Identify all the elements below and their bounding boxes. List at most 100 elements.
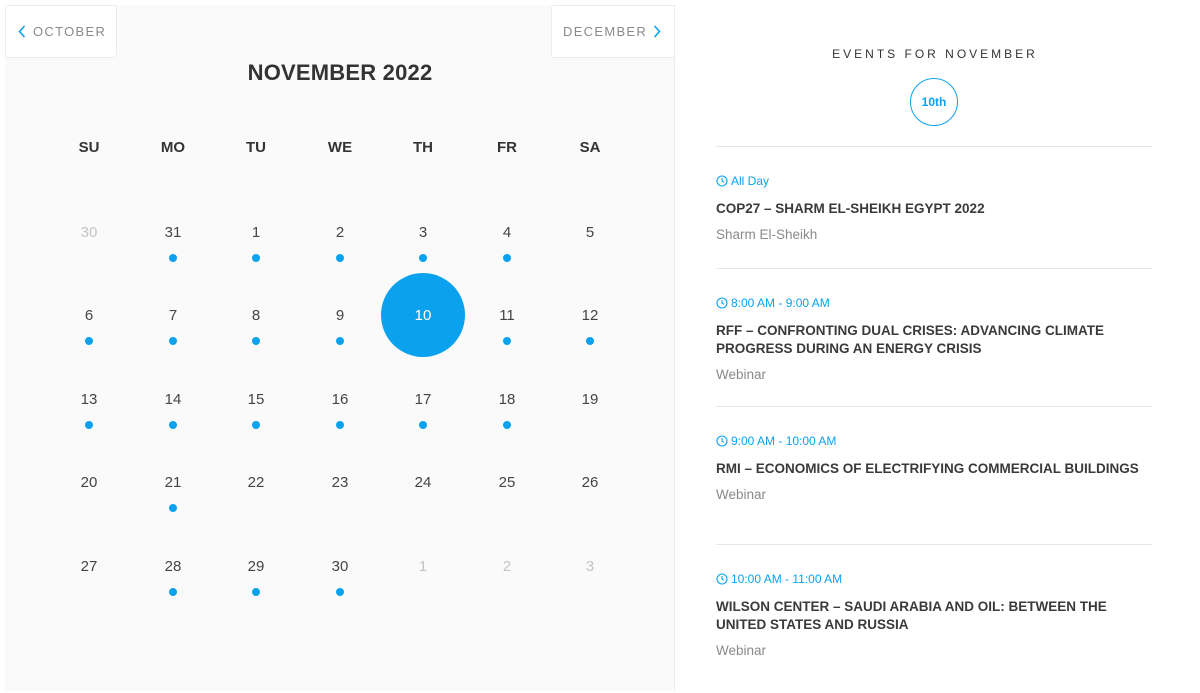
day-number: 31: [164, 223, 182, 241]
clock-icon: [716, 435, 728, 447]
day-number: 30: [80, 223, 98, 241]
calendar-day[interactable]: 16: [310, 369, 370, 429]
day-number: 10: [414, 306, 432, 324]
clock-icon: [716, 573, 728, 585]
event-indicator-dot: [85, 337, 93, 345]
day-number: 20: [80, 473, 98, 491]
event-indicator-dot: [85, 421, 93, 429]
calendar-day[interactable]: 2: [477, 536, 537, 596]
calendar-day-selected[interactable]: 10: [381, 273, 465, 357]
day-number: 19: [581, 390, 599, 408]
calendar-day[interactable]: 5: [560, 202, 620, 262]
event-indicator-dot: [503, 421, 511, 429]
day-number: 13: [80, 390, 98, 408]
day-number: 15: [247, 390, 265, 408]
day-number: 11: [499, 306, 515, 324]
event-item[interactable]: 10:00 AM - 11:00 AM WILSON CENTER – SAUDI…: [716, 544, 1152, 682]
event-location: Webinar: [716, 367, 767, 382]
calendar-day[interactable]: 31: [143, 202, 203, 262]
day-number: 25: [498, 473, 516, 491]
calendar-day[interactable]: 13: [59, 369, 119, 429]
clock-icon: [716, 175, 728, 187]
calendar-grid: 30 31 1 2 3 4 5 6 7 8 9 10 11 12 13 14 15 16 17 18 19 20 21 22 2…: [5, 5, 675, 691]
events-list: All Day COP27 – SHARM EL-SHEIKH EGYPT 202…: [716, 146, 1152, 682]
event-title[interactable]: RFF – CONFRONTING DUAL CRISES: ADVANCING…: [716, 322, 1152, 358]
day-number: 18: [498, 390, 516, 408]
day-number: 12: [581, 306, 599, 324]
calendar-day[interactable]: 3: [560, 536, 620, 596]
event-title[interactable]: COP27 – SHARM EL-SHEIKH EGYPT 2022: [716, 200, 1152, 218]
calendar-day[interactable]: 30: [310, 536, 370, 596]
event-time: All Day: [716, 174, 1152, 188]
calendar-day[interactable]: 23: [310, 452, 370, 512]
calendar-day[interactable]: 6: [59, 285, 119, 345]
day-number: 7: [168, 306, 178, 324]
day-number: 5: [585, 223, 595, 241]
events-calendar-page: OCTOBER DECEMBER NOVEMBER 2022 SU MO TU WE T…: [0, 0, 1200, 693]
event-indicator-dot: [169, 588, 177, 596]
day-number: 29: [247, 557, 265, 575]
calendar-day[interactable]: 2: [310, 202, 370, 262]
calendar-day[interactable]: 20: [59, 452, 119, 512]
calendar-panel: OCTOBER DECEMBER NOVEMBER 2022 SU MO TU WE T…: [5, 5, 675, 691]
calendar-day[interactable]: 15: [226, 369, 286, 429]
event-time: 10:00 AM - 11:00 AM: [716, 572, 1152, 586]
calendar-day[interactable]: 9: [310, 285, 370, 345]
calendar-day[interactable]: 27: [59, 536, 119, 596]
calendar-day[interactable]: 17: [393, 369, 453, 429]
day-number: 2: [502, 557, 512, 575]
calendar-day[interactable]: 4: [477, 202, 537, 262]
event-indicator-dot: [169, 337, 177, 345]
event-indicator-dot: [419, 254, 427, 262]
clock-icon: [716, 297, 728, 309]
day-number: 1: [251, 223, 261, 241]
calendar-day[interactable]: 26: [560, 452, 620, 512]
calendar-day[interactable]: 11: [477, 285, 537, 345]
day-number: 16: [331, 390, 349, 408]
day-number: 21: [164, 473, 182, 491]
event-item[interactable]: All Day COP27 – SHARM EL-SHEIKH EGYPT 202…: [716, 146, 1152, 268]
event-indicator-dot: [336, 421, 344, 429]
day-number: 3: [585, 557, 595, 575]
calendar-day[interactable]: 1: [226, 202, 286, 262]
calendar-day[interactable]: 3: [393, 202, 453, 262]
calendar-day[interactable]: 30: [59, 202, 119, 262]
calendar-day[interactable]: 19: [560, 369, 620, 429]
event-title[interactable]: WILSON CENTER – SAUDI ARABIA AND OIL: BE…: [716, 598, 1152, 634]
event-indicator-dot: [336, 588, 344, 596]
calendar-day[interactable]: 21: [143, 452, 203, 512]
calendar-day[interactable]: 12: [560, 285, 620, 345]
day-number: 26: [581, 473, 599, 491]
calendar-day[interactable]: 24: [393, 452, 453, 512]
event-time: 8:00 AM - 9:00 AM: [716, 296, 1152, 310]
event-item[interactable]: 9:00 AM - 10:00 AM RMI – ECONOMICS OF ELE…: [716, 406, 1152, 544]
event-title[interactable]: RMI – ECONOMICS OF ELECTRIFYING COMMERCI…: [716, 460, 1152, 478]
event-time-text: 8:00 AM - 9:00 AM: [731, 296, 830, 310]
day-number: 27: [80, 557, 98, 575]
calendar-day[interactable]: 22: [226, 452, 286, 512]
calendar-day[interactable]: 8: [226, 285, 286, 345]
calendar-day[interactable]: 14: [143, 369, 203, 429]
event-time-text: 9:00 AM - 10:00 AM: [731, 434, 837, 448]
event-indicator-dot: [336, 337, 344, 345]
event-indicator-dot: [419, 421, 427, 429]
event-indicator-dot: [503, 254, 511, 262]
event-indicator-dot: [336, 254, 344, 262]
event-item[interactable]: 8:00 AM - 9:00 AM RFF – CONFRONTING DUAL …: [716, 268, 1152, 406]
event-indicator-dot: [252, 421, 260, 429]
events-heading: EVENTS FOR NOVEMBER: [832, 47, 1038, 61]
day-number: 17: [414, 390, 432, 408]
event-indicator-dot: [252, 588, 260, 596]
calendar-day[interactable]: 1: [393, 536, 453, 596]
calendar-day[interactable]: 29: [226, 536, 286, 596]
calendar-day[interactable]: 28: [143, 536, 203, 596]
calendar-day[interactable]: 7: [143, 285, 203, 345]
event-time-text: 10:00 AM - 11:00 AM: [731, 572, 843, 586]
day-number: 28: [164, 557, 182, 575]
day-number: 23: [331, 473, 349, 491]
calendar-day[interactable]: 18: [477, 369, 537, 429]
event-time-text: All Day: [731, 174, 770, 188]
calendar-day[interactable]: 25: [477, 452, 537, 512]
event-location: Webinar: [716, 643, 767, 658]
selected-date-badge: 10th: [910, 78, 958, 126]
